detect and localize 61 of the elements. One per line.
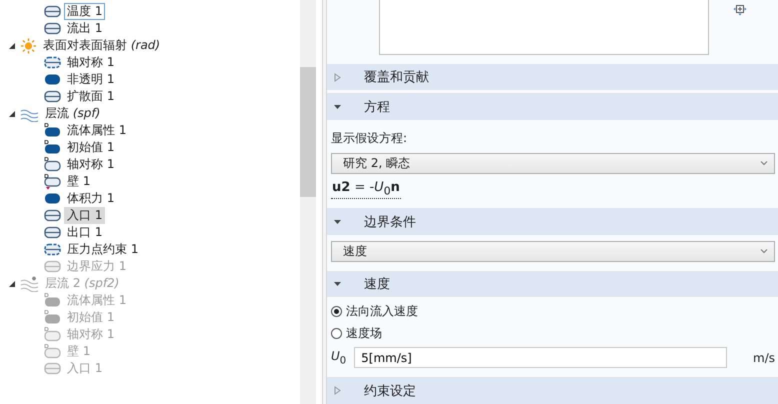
expanded-icon[interactable]: [333, 281, 342, 288]
equation: u2 = -U$_{0}$n: [331, 180, 401, 200]
tree-item[interactable]: 初始值 1: [64, 139, 118, 156]
field-label: U$_{0}$: [331, 349, 346, 367]
field-label: 显示假设方程:: [331, 130, 408, 147]
expanded-icon[interactable]: [8, 110, 16, 118]
boundary-icon: [44, 224, 61, 240]
dropdown[interactable]: 研究 2, 瞬态: [331, 152, 775, 174]
expanded-icon[interactable]: [333, 104, 342, 110]
tree-item[interactable]: 壁 1: [64, 173, 94, 190]
tree-item[interactable]: 温度 1: [64, 3, 106, 20]
boundary-icon: [44, 360, 61, 376]
tree-item[interactable]: 扩散面 1: [64, 88, 118, 105]
waves-icon: [20, 276, 39, 292]
boundary-icon: [44, 54, 61, 70]
tree-group[interactable]: 表面对表面辐射 (rad): [40, 37, 164, 54]
section-header[interactable]: 方程: [327, 93, 778, 120]
expanded-icon[interactable]: [8, 42, 16, 50]
boundary-icon: [44, 310, 61, 326]
expanded-icon[interactable]: [333, 218, 342, 225]
boundary-icon: [44, 190, 61, 206]
radio-button[interactable]: [331, 306, 342, 317]
unit-label: m/s: [753, 350, 775, 365]
input-field[interactable]: 5[mm/s]: [354, 347, 728, 368]
boundary-icon: [44, 20, 61, 36]
dropdown[interactable]: 速度: [331, 240, 775, 262]
expand-icon[interactable]: [733, 2, 747, 16]
boundary-icon: [44, 344, 61, 360]
tree-item[interactable]: 入口 1: [64, 207, 106, 224]
section-header[interactable]: 约束设定: [327, 377, 778, 404]
tree-item[interactable]: 体积力 1: [64, 190, 118, 207]
boundary-icon: [44, 208, 61, 224]
boundary-icon: [44, 292, 61, 308]
boundary-icon: [44, 258, 61, 274]
boundary-icon: [44, 88, 61, 104]
caret-icon: [760, 248, 768, 254]
boundary-icon: [44, 140, 61, 156]
radio-label[interactable]: 速度场: [346, 324, 382, 342]
scrollbar[interactable]: [300, 0, 316, 404]
boundary-icon: [44, 122, 61, 138]
boundary-icon: [44, 156, 61, 172]
caret-icon: [760, 160, 768, 166]
sun-icon: [20, 38, 37, 54]
boundary-icon: [44, 4, 61, 20]
section-header[interactable]: 边界条件: [327, 208, 778, 235]
tree-item[interactable]: 轴对称 1: [64, 156, 118, 173]
boundary-icon: [44, 326, 61, 342]
tree-item[interactable]: 非透明 1: [64, 71, 118, 88]
radio-button[interactable]: [331, 328, 342, 339]
section-header[interactable]: 速度: [327, 270, 778, 298]
tree-item[interactable]: 出口 1: [64, 224, 106, 241]
tree-item[interactable]: 压力点约束 1: [64, 241, 142, 258]
section-header[interactable]: 覆盖和贡献: [327, 64, 778, 90]
radio-label[interactable]: 法向流入速度: [346, 302, 418, 320]
boundary-icon: [44, 242, 61, 258]
tree-group[interactable]: 层流 (spf): [42, 105, 104, 122]
boundary-icon: [44, 174, 61, 190]
tree-item[interactable]: 流出 1: [64, 20, 106, 37]
tree-item[interactable]: 轴对称 1: [64, 54, 118, 71]
tree-item[interactable]: 流体属性 1: [64, 122, 130, 139]
boundary-icon: [44, 72, 61, 88]
